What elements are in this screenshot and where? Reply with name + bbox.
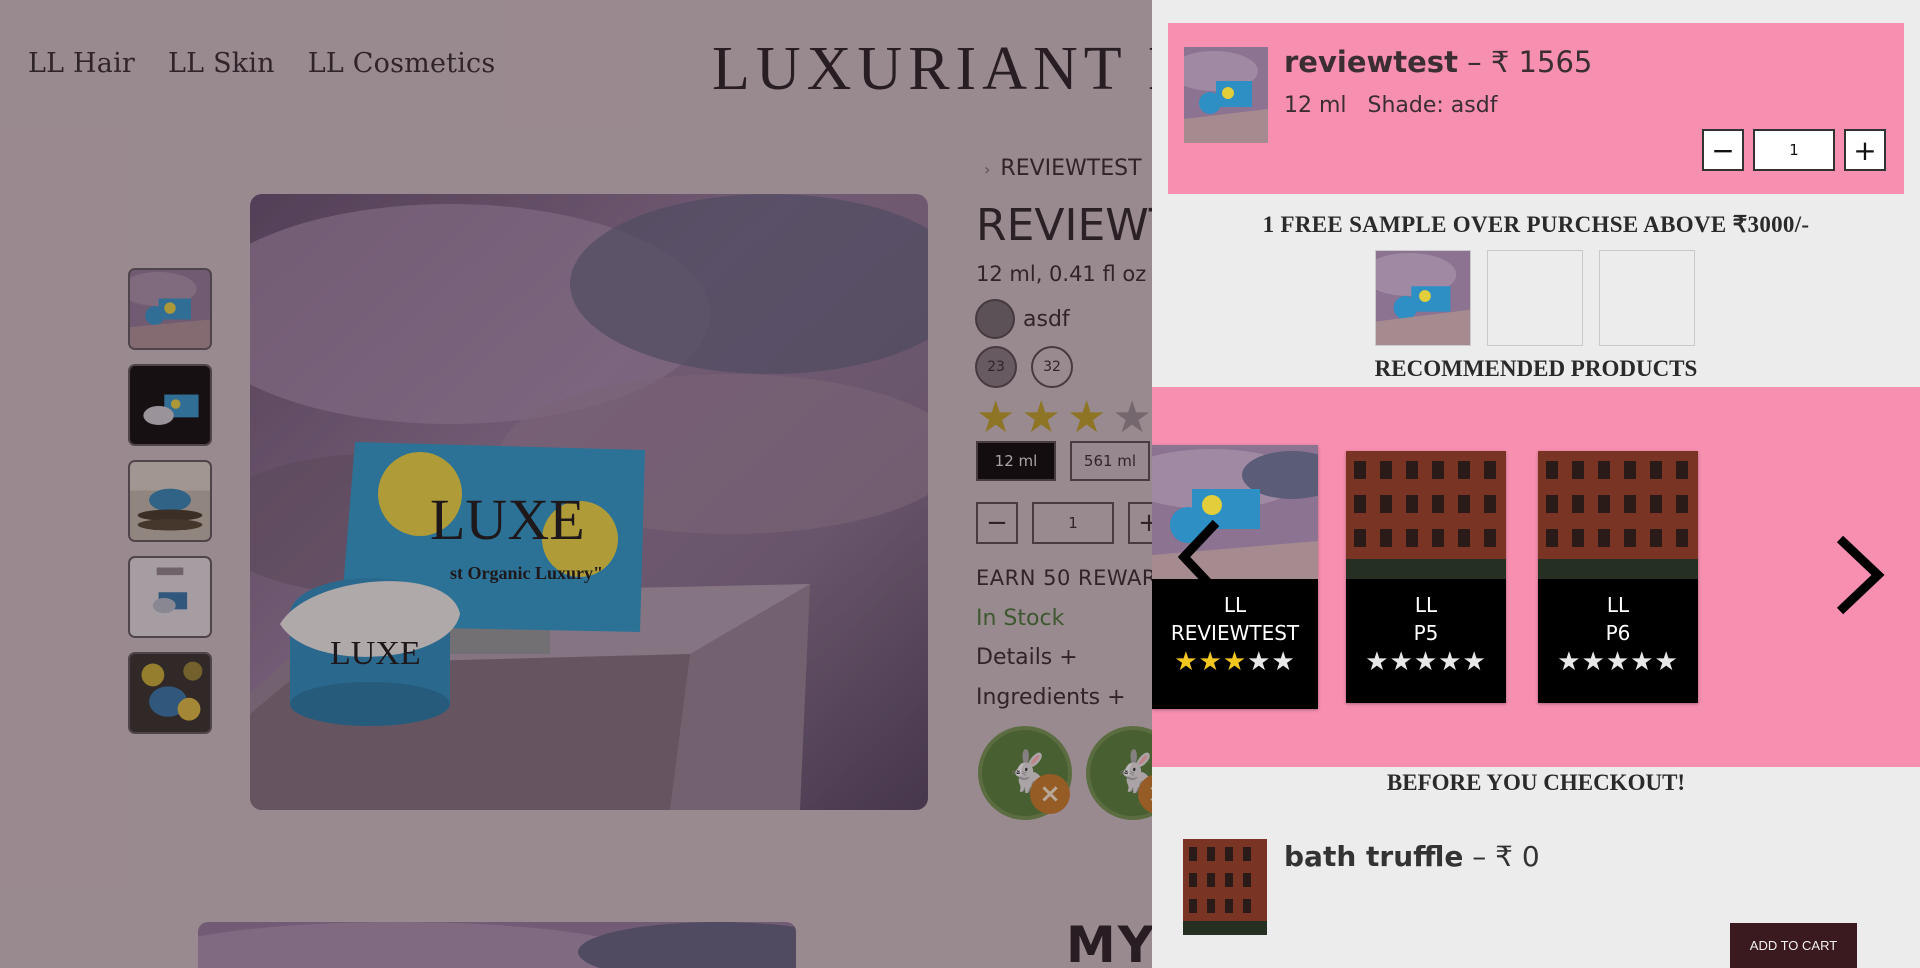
cart-item-meta: 12 ml Shade: asdf bbox=[1284, 93, 1497, 118]
cart-item-title: reviewtest – ₹ 1565 bbox=[1284, 45, 1592, 79]
cart-line-item: reviewtest – ₹ 1565 12 ml Shade: asdf − … bbox=[1168, 23, 1904, 194]
upsell-product-title: bath truffle – ₹ 0 bbox=[1284, 840, 1540, 873]
cart-drawer: reviewtest – ₹ 1565 12 ml Shade: asdf − … bbox=[1152, 0, 1920, 968]
recommended-product-card[interactable]: LL P6 ★★★★★ bbox=[1538, 451, 1698, 703]
recommended-product-name: LL P5 bbox=[1413, 593, 1439, 645]
recommended-product-card[interactable]: LL REVIEWTEST ★★★★★ bbox=[1152, 445, 1318, 709]
cart-decrement-button[interactable]: − bbox=[1702, 129, 1744, 171]
recommended-product-name: LL P6 bbox=[1605, 593, 1631, 645]
recommended-product-rating: ★★★★★ bbox=[1538, 647, 1698, 677]
free-sample-slots bbox=[1375, 250, 1695, 346]
cart-item-image bbox=[1184, 47, 1268, 143]
free-sample-slot[interactable] bbox=[1375, 250, 1471, 346]
free-sample-slot[interactable] bbox=[1487, 250, 1583, 346]
before-checkout-title: BEFORE YOU CHECKOUT! bbox=[1386, 770, 1686, 795]
upsell-product-name: bath truffle bbox=[1284, 840, 1464, 873]
star-icon: ★ bbox=[1605, 647, 1631, 677]
star-icon: ★ bbox=[1413, 647, 1439, 677]
star-icon: ★ bbox=[1271, 647, 1296, 677]
recommended-carousel: LL REVIEWTEST ★★★★★ LL P5 ★★★★★ LL P6 ★★… bbox=[1152, 387, 1920, 767]
star-icon: ★ bbox=[1581, 647, 1606, 677]
star-icon: ★ bbox=[1174, 647, 1199, 677]
recommended-product-image bbox=[1346, 451, 1506, 579]
carousel-next-icon[interactable] bbox=[1828, 535, 1888, 615]
recommended-product-name: LL REVIEWTEST bbox=[1170, 593, 1300, 645]
star-icon: ★ bbox=[1462, 647, 1487, 677]
recommended-product-card[interactable]: LL P5 ★★★★★ bbox=[1346, 451, 1506, 703]
upsell-product-price: – ₹ 0 bbox=[1472, 840, 1540, 873]
recommended-title: RECOMMENDED PRODUCTS bbox=[1374, 356, 1698, 381]
cart-quantity-input[interactable]: 1 bbox=[1753, 129, 1835, 171]
star-icon: ★ bbox=[1198, 647, 1223, 677]
star-icon: ★ bbox=[1222, 647, 1248, 677]
drawer-backdrop[interactable] bbox=[0, 0, 1152, 968]
cart-item-price: – ₹ 1565 bbox=[1467, 45, 1593, 79]
star-icon: ★ bbox=[1438, 647, 1463, 677]
cart-increment-button[interactable]: + bbox=[1844, 129, 1886, 171]
star-icon: ★ bbox=[1389, 647, 1414, 677]
star-icon: ★ bbox=[1247, 647, 1272, 677]
cart-item-name: reviewtest bbox=[1284, 45, 1458, 79]
carousel-prev-icon[interactable] bbox=[1178, 517, 1222, 597]
recommended-product-rating: ★★★★★ bbox=[1346, 647, 1506, 677]
star-icon: ★ bbox=[1365, 647, 1390, 677]
free-sample-slot[interactable] bbox=[1599, 250, 1695, 346]
cart-quantity-stepper: − 1 + bbox=[1702, 129, 1886, 171]
recommended-product-rating: ★★★★★ bbox=[1152, 647, 1318, 677]
recommended-product-image bbox=[1152, 445, 1318, 579]
upsell-product-image bbox=[1183, 839, 1267, 935]
free-sample-title: 1 FREE SAMPLE OVER PURCHSE ABOVE ₹3000/- bbox=[1262, 212, 1810, 237]
cart-item-size: 12 ml bbox=[1284, 93, 1347, 118]
star-icon: ★ bbox=[1557, 647, 1582, 677]
star-icon: ★ bbox=[1654, 647, 1679, 677]
cart-item-shade: Shade: asdf bbox=[1367, 93, 1498, 118]
star-icon: ★ bbox=[1630, 647, 1655, 677]
recommended-product-image bbox=[1538, 451, 1698, 579]
add-to-cart-button[interactable]: ADD TO CART bbox=[1730, 923, 1857, 968]
